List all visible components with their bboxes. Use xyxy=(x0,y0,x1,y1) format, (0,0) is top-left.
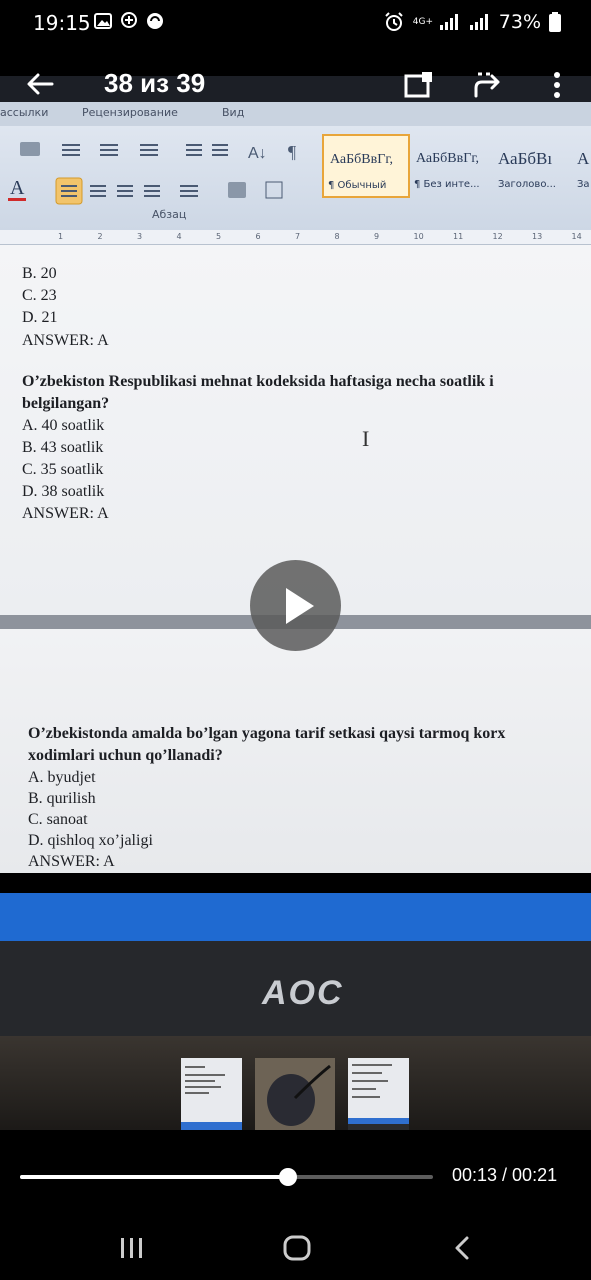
answer-line: ANSWER: A xyxy=(28,853,115,870)
answer-line: C. 23 xyxy=(22,287,57,304)
battery-percent: 73% xyxy=(498,11,541,33)
play-icon xyxy=(286,588,314,624)
ruler-number: 13 xyxy=(532,232,543,241)
paragraph-tools: A↓ ¶ A xyxy=(8,142,296,205)
question-text: belgilangan? xyxy=(22,395,110,412)
seek-progress xyxy=(20,1175,288,1179)
style-heading[interactable]: АаБбВı Заголово... xyxy=(493,134,573,196)
answer-line: B. 20 xyxy=(22,265,57,282)
ruler-number: 7 xyxy=(295,232,301,241)
thumbnail-document[interactable] xyxy=(181,1058,242,1139)
back-icon[interactable] xyxy=(447,1232,479,1264)
answer-line: A. byudjet xyxy=(28,769,96,786)
ruler-number: 12 xyxy=(492,232,503,241)
answer-line: B. qurilish xyxy=(28,790,96,807)
word-status-bar xyxy=(0,893,591,941)
svg-text:A↓: A↓ xyxy=(248,145,267,162)
item-counter: 38 из 39 xyxy=(104,68,206,98)
alarm-icon xyxy=(385,12,403,31)
ruler-number: 11 xyxy=(453,232,464,241)
play-button[interactable] xyxy=(250,560,341,651)
back-arrow-icon[interactable] xyxy=(22,66,58,102)
question-text: O’zbekistonda amalda bo’lgan yagona tari… xyxy=(28,725,506,742)
time-readout: 00:13 / 00:21 xyxy=(452,1165,558,1185)
style-no-spacing[interactable]: АаБбВвГг, ¶ Без инте... xyxy=(409,134,493,196)
network-type: 4G+ xyxy=(412,16,434,27)
status-system-icons: 4G+ 73% xyxy=(383,11,561,33)
style-next[interactable]: А За xyxy=(574,134,591,196)
system-navigation-bar xyxy=(0,1212,591,1280)
ruler-number: 14 xyxy=(571,232,582,241)
style-name: ¶ Без инте... xyxy=(414,179,480,190)
style-sample: АаБбВı xyxy=(498,149,553,168)
style-name: ¶ Обычный xyxy=(328,180,387,191)
style-sample: А xyxy=(577,149,590,168)
ruler-number: 8 xyxy=(334,232,340,241)
question-text: O’zbekiston Respublikasi mehnat kodeksid… xyxy=(22,373,494,390)
answer-line: C. sanoat xyxy=(28,811,88,828)
document-page-2: O’zbekistonda amalda bo’lgan yagona tari… xyxy=(0,629,591,873)
signal-icon xyxy=(439,14,458,30)
answer-line: ANSWER: A xyxy=(22,505,109,522)
thumbnail-document-monitor[interactable] xyxy=(348,1058,409,1139)
answer-line: C. 35 soatlik xyxy=(22,461,104,478)
chat-icon xyxy=(121,12,137,28)
style-name: Заголово... xyxy=(498,179,556,190)
svg-text:A: A xyxy=(10,177,25,199)
status-time: 19:15 xyxy=(33,11,91,35)
gallery-icon xyxy=(94,13,112,29)
answer-line: B. 43 soatlik xyxy=(22,439,104,456)
svg-text:¶: ¶ xyxy=(288,142,296,162)
text-cursor-icon: I xyxy=(362,426,370,451)
style-sample: АаБбВвГг, xyxy=(330,152,394,167)
seek-handle[interactable] xyxy=(278,1168,297,1186)
ruler-number: 9 xyxy=(374,232,380,241)
ruler-number: 1 xyxy=(58,232,64,241)
question-text: xodimlari uchun qo’llanadi? xyxy=(28,747,223,764)
ruler-number: 10 xyxy=(413,232,424,241)
monitor-brand-logo: AOC xyxy=(262,974,344,1012)
answer-line: D. 38 soatlik xyxy=(22,483,105,500)
thumbnail-hand[interactable] xyxy=(255,1058,335,1139)
answer-line: D. 21 xyxy=(22,309,58,326)
recent-apps-icon[interactable] xyxy=(116,1232,148,1264)
more-vert-icon[interactable] xyxy=(540,68,574,102)
status-bar: 19:15 4G+ 73% xyxy=(0,0,591,46)
signal-2-icon xyxy=(469,14,488,30)
style-name: За xyxy=(577,179,590,190)
style-normal[interactable]: АаБбВвГг, ¶ Обычный xyxy=(322,134,410,198)
answer-line: A. 40 soatlik xyxy=(22,417,105,434)
ruler-number: 3 xyxy=(137,232,143,241)
answer-line: ANSWER: A xyxy=(22,332,109,349)
answer-line: D. qishloq xo’jaligi xyxy=(28,832,153,849)
viewer-top-bar: 38 из 39 xyxy=(0,46,591,126)
seek-bar[interactable] xyxy=(20,1168,433,1186)
ruler-number: 6 xyxy=(255,232,261,241)
style-sample: АаБбВвГг, xyxy=(416,151,480,166)
battery-icon xyxy=(549,12,561,32)
ruler-number: 4 xyxy=(176,232,182,241)
home-icon[interactable] xyxy=(281,1232,313,1264)
share-icon[interactable] xyxy=(470,68,504,102)
sync-icon xyxy=(147,13,163,29)
ruler-number: 5 xyxy=(216,232,222,241)
word-ribbon: A↓ ¶ A Абзац АаБбВвГг, ¶ Обычный АаБбВвГ… xyxy=(0,126,591,231)
ruler: 1 2 3 4 5 6 7 8 9 10 11 12 13 14 xyxy=(0,230,591,245)
paragraph-group-label: Абзац xyxy=(152,208,187,221)
ruler-number: 2 xyxy=(97,232,103,241)
cast-icon[interactable] xyxy=(402,68,436,102)
status-notification-icons xyxy=(94,12,164,30)
